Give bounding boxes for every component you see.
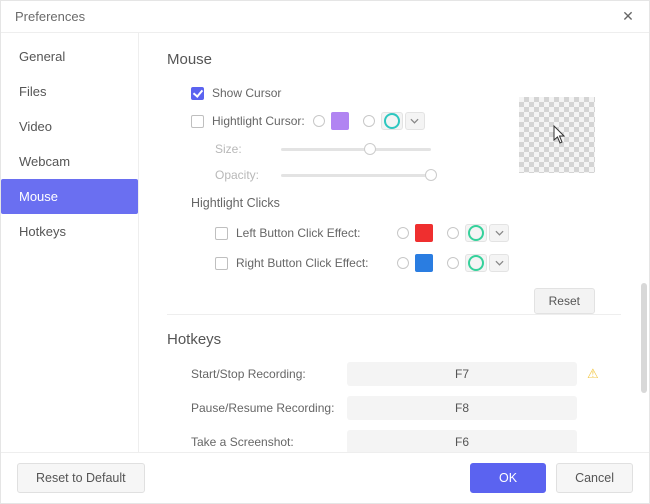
- right-click-label: Right Button Click Effect:: [236, 256, 391, 270]
- right-click-ring-swatch[interactable]: [465, 254, 487, 272]
- hotkey-start-stop-field[interactable]: F7: [347, 362, 577, 386]
- hotkey-start-stop-label: Start/Stop Recording:: [191, 367, 347, 381]
- close-icon[interactable]: ✕: [621, 10, 635, 24]
- right-click-dropdown[interactable]: [489, 254, 509, 272]
- left-click-checkbox[interactable]: [215, 227, 228, 240]
- opacity-slider-thumb[interactable]: [425, 169, 437, 181]
- warning-icon: ⚠: [587, 366, 599, 382]
- right-click-ring-radio[interactable]: [447, 257, 459, 269]
- size-label: Size:: [215, 142, 275, 156]
- highlight-cursor-ring-swatch[interactable]: [381, 112, 403, 130]
- sidebar: General Files Video Webcam Mouse Hotkeys: [1, 33, 139, 452]
- cancel-button[interactable]: Cancel: [556, 463, 633, 493]
- reset-to-default-button[interactable]: Reset to Default: [17, 463, 145, 493]
- hotkey-screenshot-field[interactable]: F6: [347, 430, 577, 452]
- hotkey-pause-resume-label: Pause/Resume Recording:: [191, 401, 347, 415]
- left-click-label: Left Button Click Effect:: [236, 226, 391, 240]
- highlight-cursor-solid-swatch[interactable]: [331, 112, 349, 130]
- hotkeys-heading: Hotkeys: [167, 331, 621, 348]
- left-click-ring-radio[interactable]: [447, 227, 459, 239]
- left-click-solid-radio[interactable]: [397, 227, 409, 239]
- show-cursor-checkbox[interactable]: [191, 87, 204, 100]
- sidebar-item-hotkeys[interactable]: Hotkeys: [1, 214, 138, 249]
- sidebar-item-webcam[interactable]: Webcam: [1, 144, 138, 179]
- sidebar-item-files[interactable]: Files: [1, 74, 138, 109]
- cursor-preview: [519, 97, 595, 173]
- opacity-slider[interactable]: [281, 174, 431, 177]
- right-click-checkbox[interactable]: [215, 257, 228, 270]
- left-click-ring-swatch[interactable]: [465, 224, 487, 242]
- title-bar: Preferences ✕: [1, 1, 649, 33]
- highlight-cursor-checkbox[interactable]: [191, 115, 204, 128]
- highlight-clicks-heading: Hightlight Clicks: [191, 196, 621, 210]
- left-click-dropdown[interactable]: [489, 224, 509, 242]
- right-click-solid-radio[interactable]: [397, 257, 409, 269]
- hotkey-screenshot-label: Take a Screenshot:: [191, 435, 347, 449]
- size-slider[interactable]: [281, 148, 431, 151]
- scrollbar[interactable]: [641, 283, 647, 393]
- ok-button[interactable]: OK: [470, 463, 546, 493]
- reset-button[interactable]: Reset: [534, 288, 595, 314]
- show-cursor-label: Show Cursor: [212, 86, 281, 100]
- left-click-color-swatch[interactable]: [415, 224, 433, 242]
- opacity-label: Opacity:: [215, 168, 275, 182]
- window-title: Preferences: [15, 9, 85, 24]
- right-click-color-swatch[interactable]: [415, 254, 433, 272]
- content-area: Mouse Show Cursor Hightlight Cursor:: [139, 33, 649, 452]
- size-slider-thumb[interactable]: [364, 143, 376, 155]
- sidebar-item-mouse[interactable]: Mouse: [1, 179, 138, 214]
- hotkey-pause-resume-field[interactable]: F8: [347, 396, 577, 420]
- highlight-cursor-solid-radio[interactable]: [313, 115, 325, 127]
- mouse-heading: Mouse: [167, 51, 621, 68]
- footer: Reset to Default OK Cancel: [1, 452, 649, 503]
- sidebar-item-video[interactable]: Video: [1, 109, 138, 144]
- divider: [167, 314, 621, 315]
- highlight-cursor-ring-radio[interactable]: [363, 115, 375, 127]
- highlight-cursor-dropdown[interactable]: [405, 112, 425, 130]
- sidebar-item-general[interactable]: General: [1, 39, 138, 74]
- highlight-cursor-label: Hightlight Cursor:: [212, 114, 305, 128]
- cursor-icon: [553, 125, 569, 150]
